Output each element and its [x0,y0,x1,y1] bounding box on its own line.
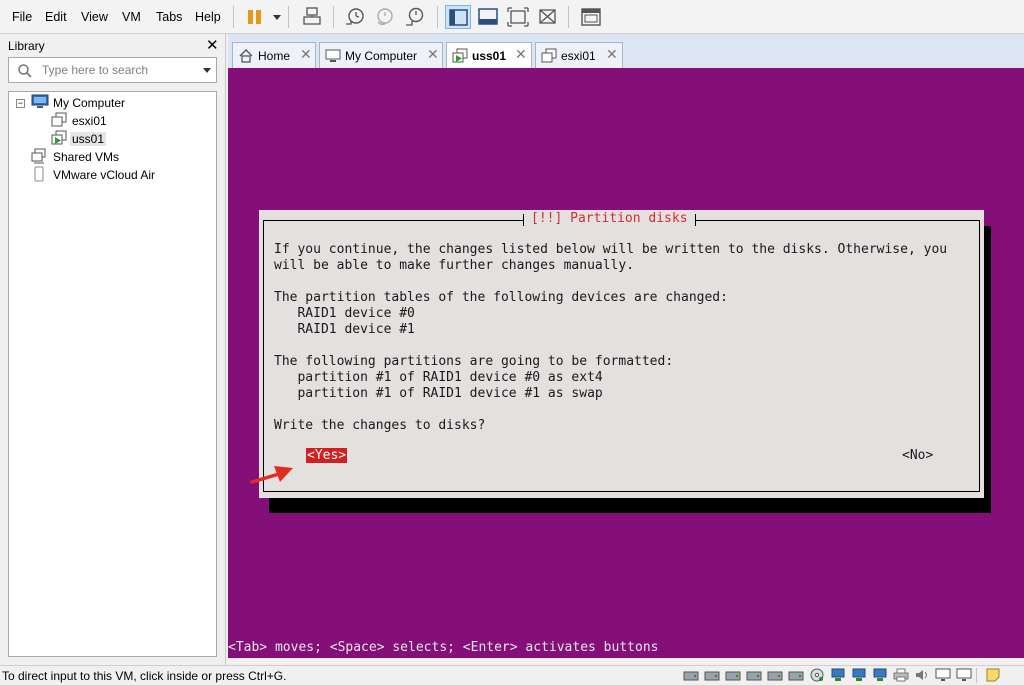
tree-item-shared-vms[interactable]: Shared VMs [31,148,151,165]
dialog-text-line: partition #1 of RAID1 device #0 as ext4 [274,370,603,385]
printer-icon[interactable] [893,668,909,682]
toolbar-separator [437,6,438,28]
menu-vm[interactable]: VM [122,10,141,24]
toolbar-separator [288,6,289,28]
console-key-hint: <Tab> moves; <Space> selects; <Enter> ac… [228,640,659,655]
hard-disk-icon[interactable] [704,668,720,682]
shared-vms-icon [31,148,46,164]
tab-esxi01[interactable]: esxi01 ✕ [535,42,623,68]
unity-icon[interactable] [535,5,561,29]
home-icon [239,49,253,63]
close-icon[interactable]: ✕ [300,46,312,63]
menu-toolbar: File Edit View VM Tabs Help [0,0,1024,34]
library-search-box[interactable] [8,57,217,83]
tree-item-esxi01[interactable]: esxi01 [51,112,131,129]
display-icon[interactable] [935,668,951,682]
toolbar-separator [333,6,334,28]
toolbar-separator [568,6,569,28]
message-log-icon[interactable] [985,668,1001,682]
network-icon[interactable] [830,668,846,682]
tree-item-label: VMware vCloud Air [53,168,156,182]
dropdown-arrow-icon[interactable] [264,5,281,29]
tab-home[interactable]: Home ✕ [232,42,316,68]
computer-icon [325,49,341,62]
annotation-arrow-icon [250,466,293,484]
tree-item-vcloud-air[interactable]: VMware vCloud Air [31,166,191,183]
tree-item-my-computer[interactable]: My Computer [31,94,151,111]
vm-running-icon [51,130,67,145]
chevron-down-icon[interactable] [203,68,211,73]
hard-disk-icon[interactable] [746,668,762,682]
tab-uss01[interactable]: uss01 ✕ [446,42,532,68]
dialog-text-line: The following partitions are going to be… [274,354,674,369]
menu-tabs[interactable]: Tabs [156,10,182,24]
menu-help[interactable]: Help [195,10,221,24]
close-icon[interactable]: ✕ [606,46,618,63]
library-title: Library [8,39,45,53]
tab-bar: Home ✕ My Computer ✕ uss01 ✕ esxi01 ✕ [228,34,1024,68]
tree-item-label: Shared VMs [53,150,120,164]
tab-my-computer[interactable]: My Computer ✕ [319,42,443,68]
menu-view[interactable]: View [81,10,108,24]
sound-icon[interactable] [914,668,930,682]
tree-item-label: My Computer [53,96,126,110]
search-icon [18,64,32,78]
library-tree: − My Computer esxi01 uss01 Shared VMs VM… [8,91,217,657]
dialog-text-line: partition #1 of RAID1 device #1 as swap [274,386,603,401]
collapse-icon[interactable]: − [16,99,25,108]
tree-item-label: esxi01 [72,114,107,128]
dialog-title: [!!] Partition disks [523,211,696,226]
dialog-text-line: RAID1 device #1 [274,322,415,337]
vm-icon [51,112,67,127]
menu-file[interactable]: File [12,10,32,24]
dialog-text-line: If you continue, the changes listed belo… [274,242,948,257]
cd-drive-icon[interactable] [809,668,825,682]
vm-icon [541,48,557,63]
menu-edit[interactable]: Edit [45,10,67,24]
tree-item-label: uss01 [70,132,107,146]
snapshot-icon[interactable] [342,5,368,29]
no-button[interactable]: <No> [902,448,933,463]
dialog-text-line: RAID1 device #0 [274,306,415,321]
close-icon[interactable]: ✕ [206,36,219,54]
dialog-text-line: Write the changes to disks? [274,418,486,433]
tab-label: uss01 [472,49,507,63]
dialog-text-line: The partition tables of the following de… [274,290,728,305]
hard-disk-icon[interactable] [767,668,783,682]
toolbar-separator [233,6,234,28]
tab-label: My Computer [345,49,418,63]
console-view-icon[interactable] [578,5,604,29]
vm-running-icon [452,48,468,63]
snapshot-manager-icon[interactable] [402,5,428,29]
network-icon[interactable] [872,668,888,682]
yes-button[interactable]: <Yes> [306,448,348,463]
tab-label: Home [258,49,291,63]
show-library-icon[interactable] [445,5,471,29]
hard-disk-icon[interactable] [725,668,741,682]
send-keys-icon[interactable] [299,5,325,29]
status-separator [976,668,977,683]
full-screen-icon[interactable] [505,5,531,29]
thumbnail-bar-icon[interactable] [475,5,501,29]
vm-console[interactable]: [!!] Partition disks If you continue, th… [228,68,1024,658]
close-icon[interactable]: ✕ [427,46,439,63]
library-panel: Library ✕ − My Computer esxi01 [0,34,226,665]
status-text: To direct input to this VM, click inside… [2,669,287,683]
search-input[interactable] [42,62,192,78]
cloud-icon [34,166,44,182]
hard-disk-icon[interactable] [788,668,804,682]
partition-dialog: [!!] Partition disks If you continue, th… [259,210,984,498]
tab-label: esxi01 [561,49,596,63]
close-icon[interactable]: ✕ [515,46,527,63]
computer-icon [31,94,49,108]
status-bar: To direct input to this VM, click inside… [0,665,1024,685]
network-icon[interactable] [851,668,867,682]
dialog-text-line: will be able to make further changes man… [274,258,635,273]
display-icon[interactable] [956,668,972,682]
hard-disk-icon[interactable] [683,668,699,682]
revert-snapshot-icon[interactable] [372,5,398,29]
tree-item-uss01[interactable]: uss01 [51,130,131,147]
